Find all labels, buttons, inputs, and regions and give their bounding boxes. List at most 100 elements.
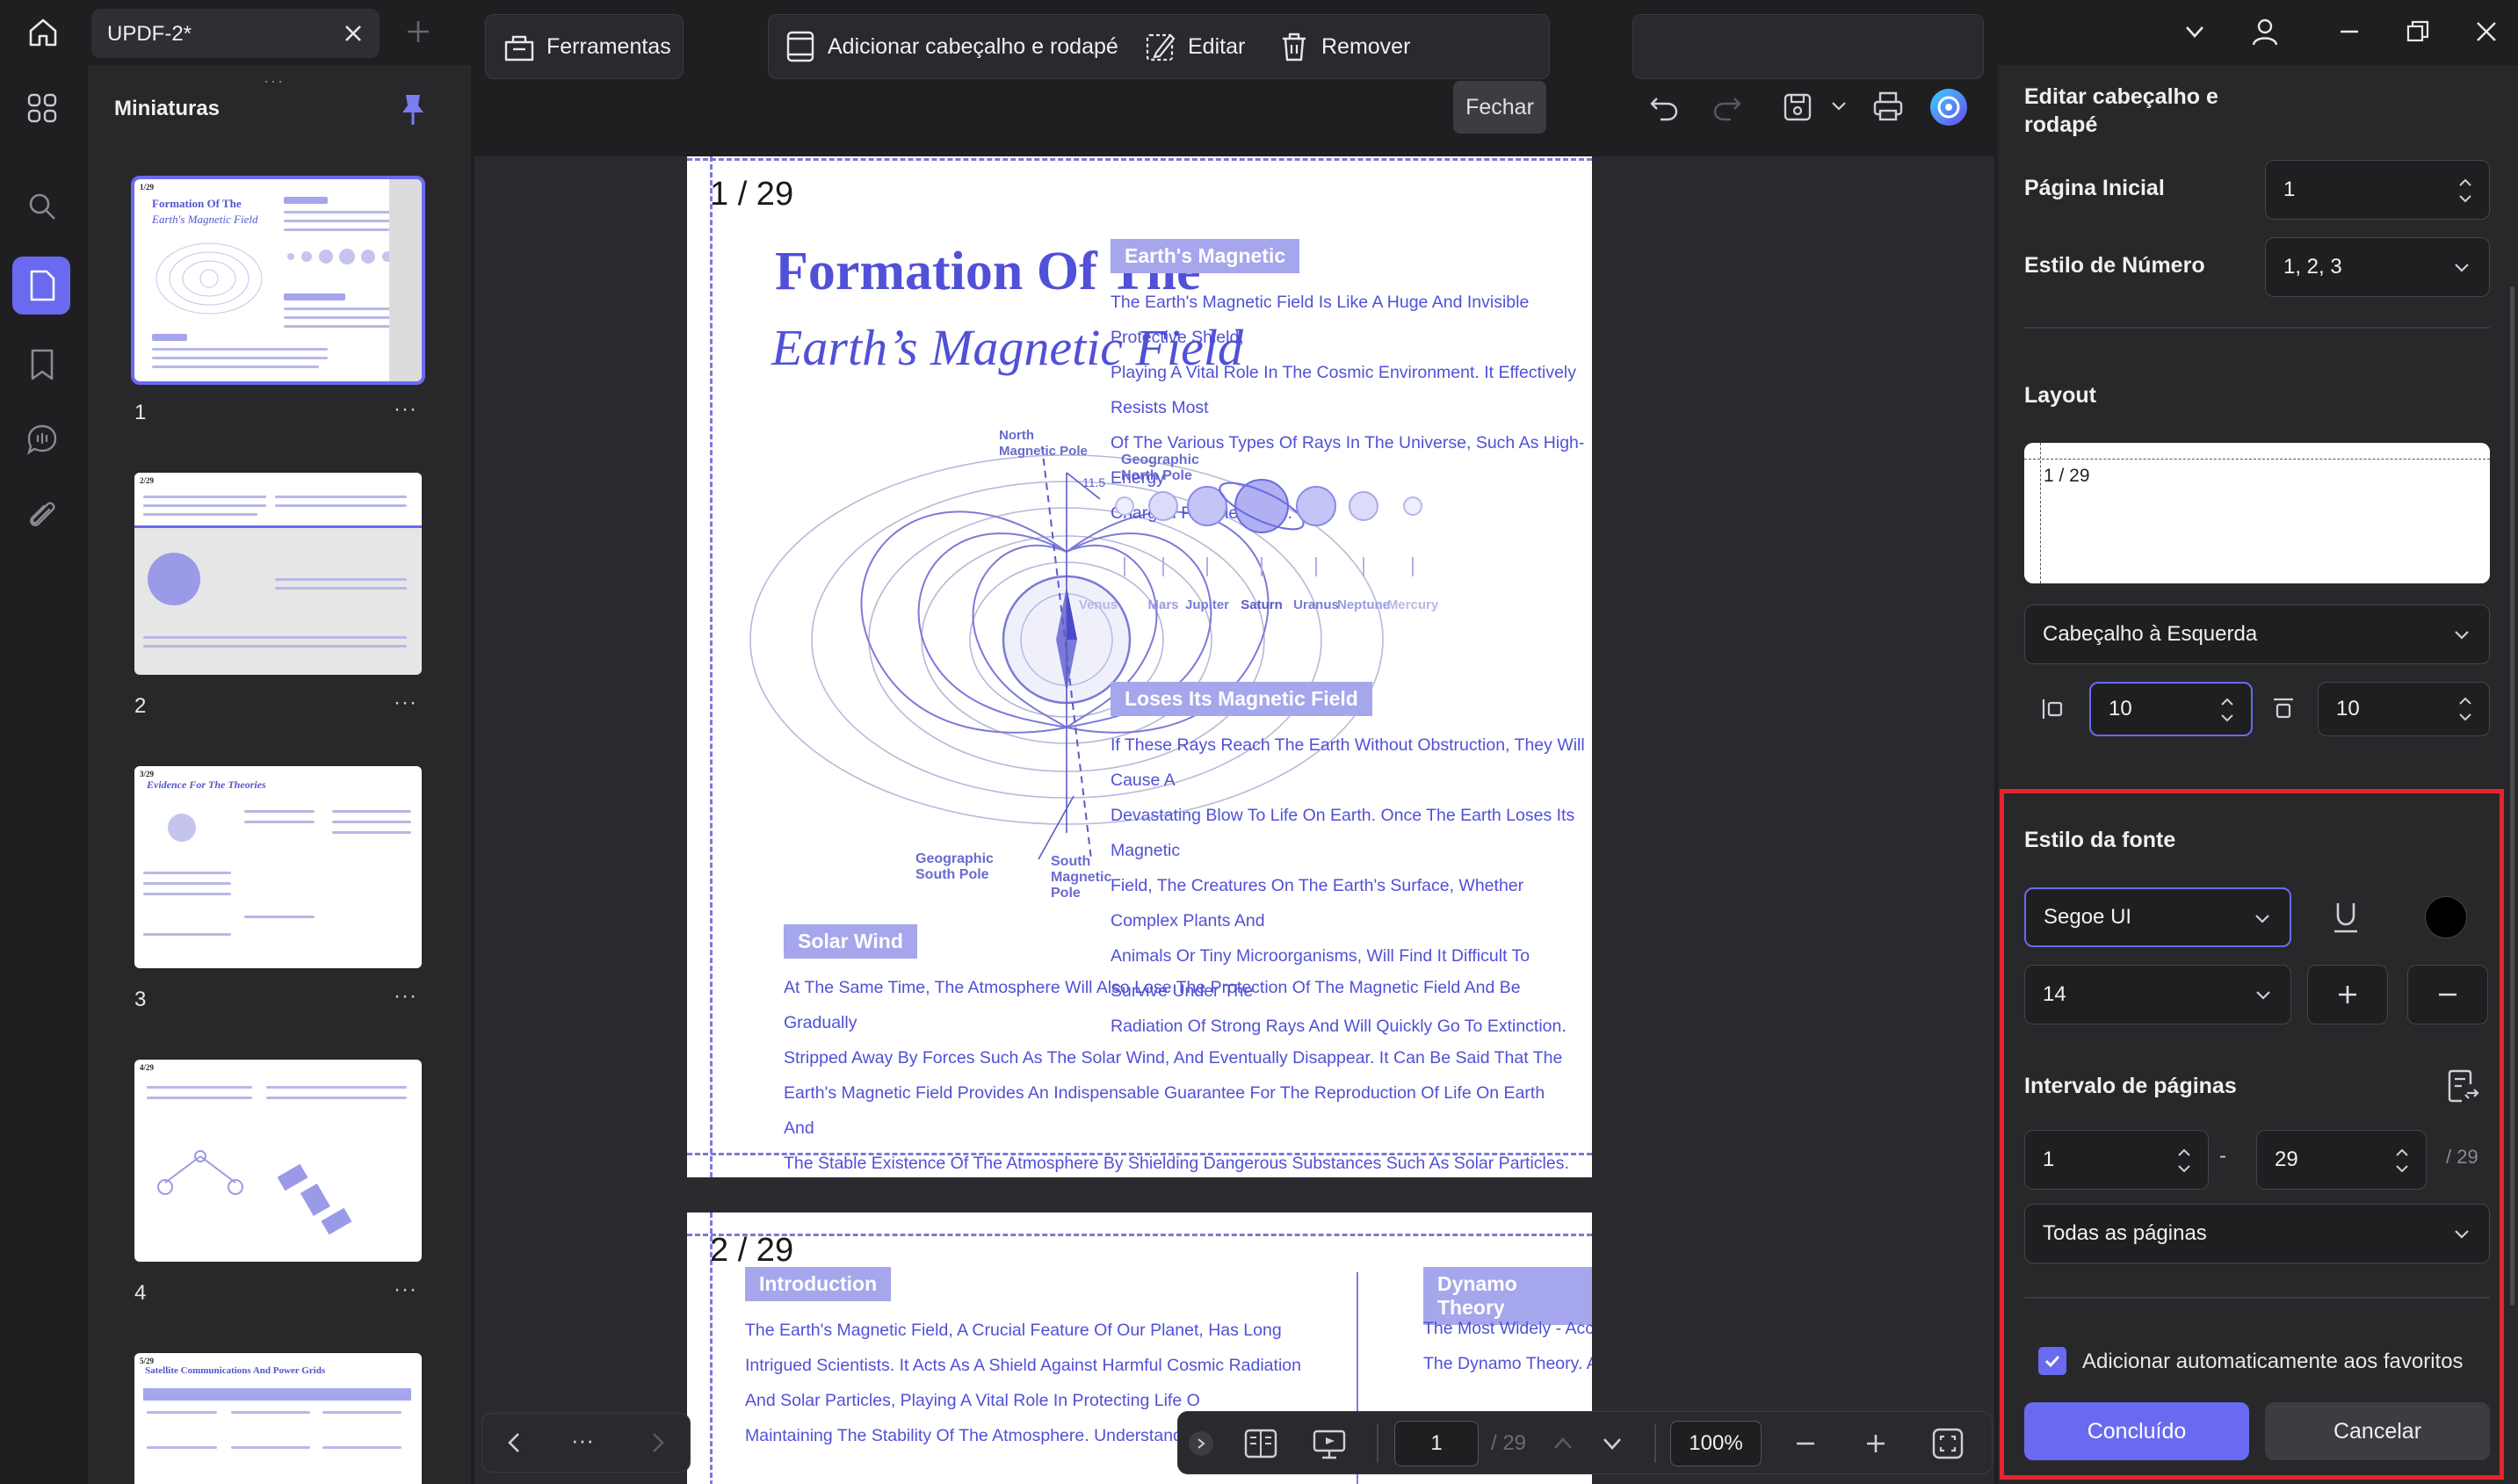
remove-button[interactable]: Remover bbox=[1277, 14, 1410, 79]
stepper-arrows-icon[interactable] bbox=[2219, 692, 2235, 728]
thumbnail-page-5[interactable]: 5/29 Satellite Communications And Power … bbox=[134, 1353, 422, 1484]
edit-button[interactable]: Editar bbox=[1144, 14, 1245, 79]
thumbnail-page-1[interactable]: 1/29 Formation Of The Earth's Magnetic F… bbox=[131, 176, 425, 385]
thumbnail-more-button[interactable]: ··· bbox=[394, 397, 417, 422]
more-options-button[interactable]: ··· bbox=[571, 1427, 594, 1454]
fit-to-screen-icon[interactable] bbox=[1930, 1426, 1965, 1461]
auto-add-favorites-label[interactable]: Adicionar automaticamente aos favoritos bbox=[2082, 1350, 2464, 1374]
header-position-dropdown[interactable]: Cabeçalho à Esquerda bbox=[2024, 604, 2490, 664]
save-options-chevron-icon[interactable] bbox=[1831, 100, 1847, 112]
thumbnail-title: Evidence For The Theories bbox=[147, 778, 266, 791]
thumbnail-page-3[interactable]: 3/29 Evidence For The Theories bbox=[134, 766, 422, 968]
font-size-dropdown[interactable]: 14 bbox=[2024, 965, 2291, 1024]
stepper-arrows-icon[interactable] bbox=[2394, 1143, 2410, 1178]
pages-filter-dropdown[interactable]: Todas as páginas bbox=[2024, 1204, 2490, 1263]
page-number-input[interactable]: 1 bbox=[1394, 1421, 1479, 1466]
close-editing-button[interactable]: Fechar bbox=[1453, 81, 1546, 134]
document-tab[interactable]: UPDF-2* bbox=[91, 9, 380, 58]
auto-add-favorites-checkbox[interactable] bbox=[2038, 1347, 2066, 1375]
home-icon[interactable] bbox=[19, 12, 67, 53]
thumbnail-page-tag: 5/29 bbox=[140, 1357, 155, 1365]
stepper-arrows-icon[interactable] bbox=[2457, 691, 2473, 727]
left-margin-stepper[interactable]: 10 bbox=[2089, 682, 2253, 736]
scroll-down-icon[interactable] bbox=[1600, 1431, 1624, 1456]
thumbnail-page-tag: 4/29 bbox=[140, 1063, 155, 1072]
presentation-icon[interactable] bbox=[1312, 1428, 1347, 1461]
south-magnetic-pole-label-3: Pole bbox=[1051, 886, 1081, 901]
grid-apps-icon[interactable] bbox=[21, 87, 63, 129]
restore-window-icon[interactable] bbox=[2399, 14, 2437, 49]
add-header-footer-button[interactable]: Adicionar cabeçalho e rodapé bbox=[784, 14, 1118, 79]
stepper-arrows-icon[interactable] bbox=[2176, 1143, 2192, 1178]
chevron-down-icon bbox=[2256, 991, 2270, 1000]
page-layout-icon[interactable] bbox=[1243, 1428, 1278, 1459]
increase-font-size-button[interactable] bbox=[2307, 965, 2388, 1024]
north-magnetic-pole-label-1: North bbox=[999, 428, 1034, 443]
minimize-icon[interactable] bbox=[2330, 14, 2369, 49]
trash-icon bbox=[1283, 33, 1306, 62]
thumbnail-title: Satellite Communications And Power Grids bbox=[145, 1365, 326, 1376]
pages-icon[interactable] bbox=[21, 264, 63, 307]
top-margin-stepper[interactable]: 10 bbox=[2318, 682, 2490, 736]
section-text-solar-wind: At The Same Time, The Atmosphere Will Al… bbox=[784, 978, 1569, 1173]
geographic-south-pole-label-1: Geographic bbox=[915, 851, 994, 866]
bookmark-icon[interactable] bbox=[21, 344, 63, 386]
next-page-icon[interactable] bbox=[645, 1430, 669, 1455]
header-footer-icon bbox=[786, 31, 814, 62]
redo-icon[interactable] bbox=[1711, 91, 1743, 123]
search-icon[interactable] bbox=[21, 185, 63, 228]
zoom-level-input[interactable]: 100% bbox=[1670, 1421, 1762, 1466]
thumbnail-more-button[interactable]: ··· bbox=[394, 1278, 417, 1302]
page-range-to-value: 29 bbox=[2275, 1147, 2298, 1171]
close-tab-icon[interactable] bbox=[341, 21, 365, 46]
page-range-to-stepper[interactable]: 29 bbox=[2256, 1130, 2427, 1190]
user-account-icon[interactable] bbox=[2246, 14, 2284, 49]
thumbnail-diagram bbox=[157, 1150, 243, 1195]
attachment-icon[interactable] bbox=[21, 495, 63, 537]
comments-icon[interactable] bbox=[21, 418, 63, 460]
thumbnail-more-button[interactable]: ··· bbox=[394, 984, 417, 1009]
panel-drag-handle[interactable]: ··· bbox=[264, 72, 285, 90]
undo-icon[interactable] bbox=[1648, 91, 1680, 123]
panel-scrollbar[interactable] bbox=[2510, 286, 2514, 1306]
previous-page-icon[interactable] bbox=[503, 1430, 527, 1455]
header-page-number: 2 / 29 bbox=[710, 1232, 794, 1269]
done-button[interactable]: Concluído bbox=[2024, 1402, 2249, 1460]
thumbnail-page-4[interactable]: 4/29 bbox=[134, 1060, 422, 1262]
decrease-font-size-button[interactable] bbox=[2407, 965, 2488, 1024]
thumbnail-more-button[interactable]: ··· bbox=[394, 691, 417, 715]
tools-button[interactable]: Ferramentas bbox=[503, 14, 671, 79]
ai-assistant-icon[interactable] bbox=[1929, 88, 1968, 127]
scroll-up-icon[interactable] bbox=[1551, 1431, 1575, 1456]
thumbnail-satellite bbox=[277, 1163, 352, 1235]
number-style-value: 1, 2, 3 bbox=[2283, 255, 2342, 279]
save-icon[interactable] bbox=[1782, 91, 1813, 123]
layout-label: Layout bbox=[2024, 383, 2096, 408]
zoom-out-icon[interactable] bbox=[1793, 1431, 1818, 1456]
pin-icon[interactable] bbox=[397, 91, 429, 127]
cancel-button[interactable]: Cancelar bbox=[2265, 1402, 2490, 1460]
zoom-in-icon[interactable] bbox=[1863, 1431, 1888, 1456]
page-range-from-stepper[interactable]: 1 bbox=[2024, 1130, 2209, 1190]
north-magnetic-pole-label-2: Magnetic Pole bbox=[999, 444, 1088, 459]
font-color-swatch[interactable] bbox=[2425, 896, 2467, 938]
thumbnail-page-tag: 2/29 bbox=[140, 476, 155, 485]
font-family-dropdown[interactable]: Segoe UI bbox=[2024, 887, 2291, 947]
print-icon[interactable] bbox=[1871, 90, 1905, 123]
header-margin-guide bbox=[687, 1234, 1592, 1236]
close-window-icon[interactable] bbox=[2467, 14, 2506, 49]
chevron-down-icon[interactable] bbox=[2175, 14, 2214, 49]
south-magnetic-pole-label-1: South bbox=[1051, 854, 1090, 869]
start-page-stepper[interactable]: 1 bbox=[2265, 160, 2490, 220]
thumbnail-page-2[interactable]: 2/29 bbox=[134, 473, 422, 675]
new-tab-icon[interactable] bbox=[402, 16, 434, 47]
number-style-dropdown[interactable]: 1, 2, 3 bbox=[2265, 237, 2490, 297]
pages-filter-value: Todas as páginas bbox=[2043, 1221, 2207, 1245]
add-header-footer-label: Adicionar cabeçalho e rodapé bbox=[828, 33, 1118, 59]
page-range-settings-icon[interactable] bbox=[2446, 1068, 2479, 1104]
document-viewport[interactable]: 1 / 29 Formation Of The Earth’s Magnetic… bbox=[474, 156, 1994, 1484]
section-heading-loses-magnetic-field: Loses Its Magnetic Field bbox=[1111, 682, 1372, 716]
stepper-arrows-icon[interactable] bbox=[2457, 173, 2473, 208]
underline-icon[interactable] bbox=[2330, 900, 2362, 935]
collapse-bar-icon[interactable] bbox=[1189, 1431, 1213, 1456]
